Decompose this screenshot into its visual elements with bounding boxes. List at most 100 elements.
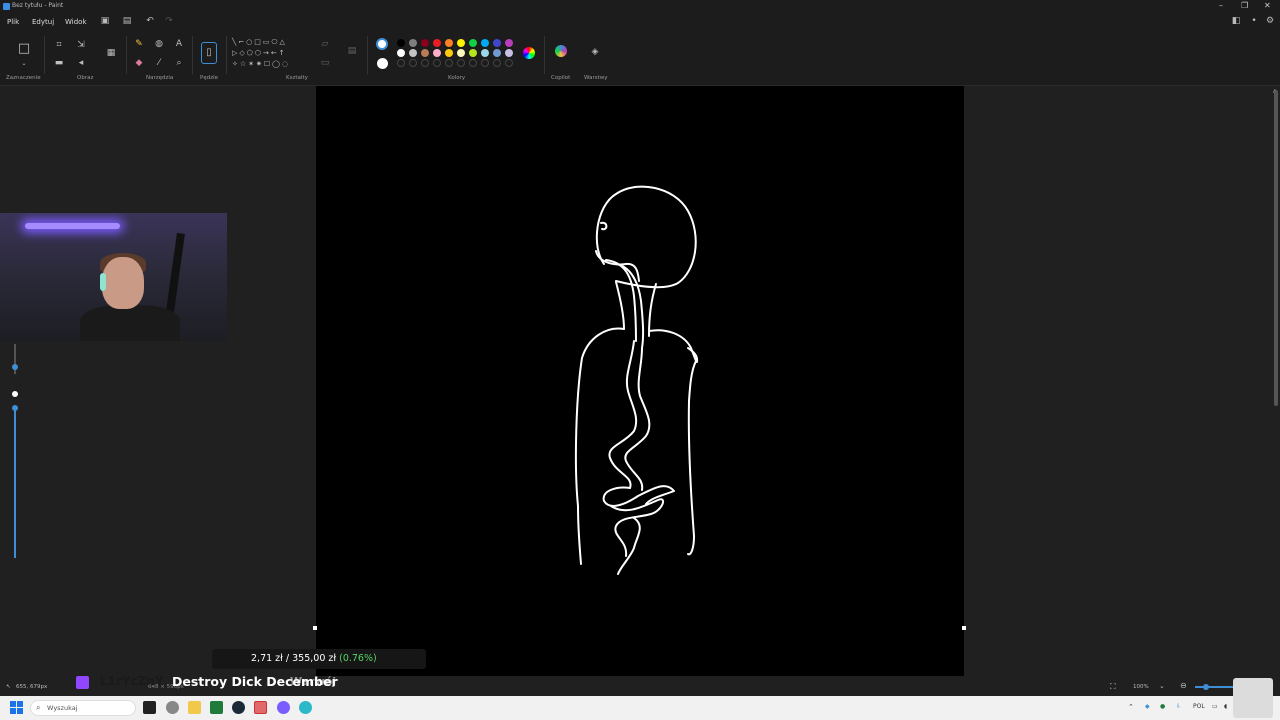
chevron-down-icon[interactable]: ⌄ (19, 59, 29, 69)
brushes-icon[interactable]: ▯ (201, 42, 217, 64)
secondary-color-swatch[interactable] (377, 58, 388, 69)
menu-view[interactable]: Widok (65, 18, 87, 26)
start-button[interactable] (10, 701, 23, 714)
shapes-row-2-icon[interactable]: ▷◇⬠⬡→←↑ (232, 48, 312, 58)
close-button[interactable]: ✕ (1264, 1, 1271, 10)
drawing-canvas[interactable] (316, 86, 964, 676)
palette-swatch[interactable] (409, 49, 417, 57)
esophagus-left (608, 340, 638, 489)
color-picker-icon[interactable]: ⁄ (154, 58, 164, 68)
steam-icon[interactable] (232, 701, 245, 714)
palette-swatch[interactable] (397, 49, 405, 57)
crop-icon[interactable]: ⌗ (54, 40, 64, 50)
tray-download-icon[interactable]: ⇩ (1176, 703, 1181, 710)
paint-taskbar-icon[interactable] (299, 701, 312, 714)
custom-color-slot[interactable] (481, 59, 489, 67)
resize-icon[interactable]: ⇲ (76, 40, 86, 50)
custom-color-slot[interactable] (469, 59, 477, 67)
task-view-icon[interactable] (143, 701, 156, 714)
obs-icon[interactable] (254, 701, 267, 714)
palette-swatch[interactable] (409, 39, 417, 47)
tray-app-icon-2[interactable]: ● (1160, 703, 1165, 710)
clock-widget[interactable] (1233, 678, 1273, 718)
shape-size-icon[interactable]: ▤ (347, 46, 357, 56)
shapes-row-3-icon[interactable]: ✧☆✶✷☐◯◌ (232, 59, 312, 69)
palette-swatch[interactable] (469, 39, 477, 47)
feedback-icon[interactable]: ◧ (1231, 16, 1241, 26)
redo-icon[interactable]: ↷ (164, 16, 174, 26)
language-indicator[interactable]: POL (1193, 703, 1205, 710)
palette-swatch[interactable] (457, 49, 465, 57)
rotate-icon[interactable]: ▬ (54, 58, 64, 68)
primary-color-swatch[interactable] (376, 38, 388, 50)
palette-swatch[interactable] (469, 49, 477, 57)
edit-colors-icon[interactable] (523, 47, 535, 59)
taskbar-search[interactable]: ⌕ Wyszukaj (30, 700, 136, 716)
outline-icon[interactable]: ▱ (320, 39, 330, 49)
save-icon[interactable]: ▣ (100, 16, 110, 26)
custom-color-slot[interactable] (493, 59, 501, 67)
canvas-resize-handle-corner[interactable] (962, 626, 966, 630)
palette-swatch[interactable] (445, 49, 453, 57)
menu-edit[interactable]: Edytuj (32, 18, 54, 26)
xbox-icon[interactable] (210, 701, 223, 714)
undo-icon[interactable]: ↶ (145, 16, 155, 26)
shape-fill-icon[interactable]: ▭ (320, 58, 330, 68)
zoom-chevron-down-icon[interactable]: ⌄ (1159, 682, 1165, 690)
custom-color-slot[interactable] (445, 59, 453, 67)
custom-color-slot[interactable] (433, 59, 441, 67)
shapes-row-1-icon[interactable]: ╲⌐○□▭⎔△ (232, 37, 312, 47)
fill-bucket-icon[interactable]: ◍ (154, 39, 164, 49)
custom-color-slot[interactable] (505, 59, 513, 67)
canvas-resize-handle-left[interactable] (313, 626, 317, 630)
palette-swatch[interactable] (481, 49, 489, 57)
magnifier-icon[interactable]: ⌕ (174, 58, 184, 68)
settings-app-icon[interactable] (166, 701, 179, 714)
text-icon[interactable]: A (174, 39, 184, 49)
selection-rectangle-icon[interactable]: □ (17, 42, 31, 58)
palette-swatch[interactable] (493, 49, 501, 57)
volume-icon[interactable]: ◖ (1224, 703, 1227, 710)
palette-swatch[interactable] (457, 39, 465, 47)
discord-icon[interactable] (277, 701, 290, 714)
settings-gear-icon[interactable]: ⚙ (1265, 16, 1275, 26)
opacity-slider-thumb[interactable] (12, 405, 18, 411)
palette-swatch[interactable] (433, 39, 441, 47)
palette-swatch[interactable] (481, 39, 489, 47)
custom-color-slot[interactable] (457, 59, 465, 67)
pencil-icon[interactable]: ✎ (134, 39, 144, 49)
maximize-button[interactable]: ❐ (1241, 1, 1248, 10)
brush-size-slider-thumb[interactable] (12, 364, 18, 370)
palette-swatch[interactable] (397, 39, 405, 47)
palette-swatch[interactable] (421, 49, 429, 57)
zoom-slider-thumb[interactable] (1203, 684, 1209, 690)
custom-color-slot[interactable] (397, 59, 405, 67)
opacity-slider-fill[interactable] (14, 408, 16, 558)
palette-swatch[interactable] (445, 39, 453, 47)
palette-swatch[interactable] (505, 39, 513, 47)
zoom-slider[interactable] (1195, 686, 1235, 688)
layers-icon[interactable]: ◈ (590, 47, 600, 57)
minimize-button[interactable]: – (1219, 1, 1223, 10)
zoom-level[interactable]: 100% (1133, 684, 1149, 690)
custom-color-slot[interactable] (421, 59, 429, 67)
image-select-icon[interactable]: ▦ (106, 48, 116, 58)
tray-app-icon[interactable]: ◆ (1145, 703, 1150, 710)
share-icon[interactable]: ▤ (122, 16, 132, 26)
palette-swatch[interactable] (433, 49, 441, 57)
palette-swatch[interactable] (493, 39, 501, 47)
account-icon[interactable]: • (1249, 16, 1259, 26)
menu-file[interactable]: Plik (7, 18, 19, 26)
tray-chevron-icon[interactable]: ⌃ (1128, 703, 1134, 711)
flip-icon[interactable]: ◂ (76, 58, 86, 68)
custom-color-slot[interactable] (409, 59, 417, 67)
vertical-scrollbar[interactable] (1274, 90, 1278, 406)
eraser-icon[interactable]: ◆ (134, 58, 144, 68)
fit-to-window-icon[interactable]: ⛶ (1110, 682, 1116, 692)
palette-swatch[interactable] (505, 49, 513, 57)
file-explorer-icon[interactable] (188, 701, 201, 714)
copilot-icon[interactable] (555, 45, 567, 57)
zoom-out-icon[interactable]: ⊖ (1180, 681, 1187, 690)
palette-swatch[interactable] (421, 39, 429, 47)
network-icon[interactable]: ▭ (1212, 703, 1218, 710)
